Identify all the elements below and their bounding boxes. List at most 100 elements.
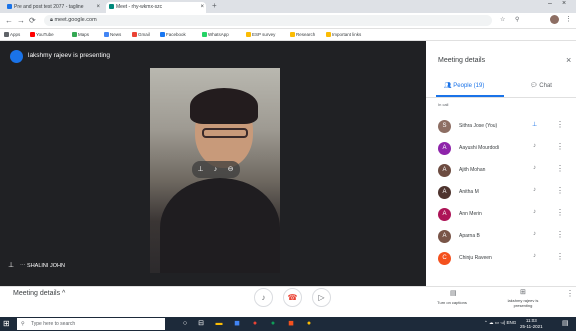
tab-chat[interactable]: 💬︎ Chat: [530, 82, 552, 89]
remove-icon[interactable]: ⊖: [225, 164, 236, 175]
browser-tab-active[interactable]: Meet - rhy-wkmx-szc ×: [106, 2, 206, 13]
chrome-icon[interactable]: ●: [250, 319, 260, 329]
camera-button[interactable]: ▷: [312, 288, 331, 307]
window-close-icon[interactable]: ×: [562, 0, 566, 7]
more-options-icon[interactable]: ⋮: [556, 164, 564, 173]
mic-button[interactable]: ♪: [254, 288, 273, 307]
app-icon[interactable]: ●: [268, 319, 278, 329]
presenting-label[interactable]: lakshmy rajeev is presenting: [503, 298, 543, 308]
apps-grid-icon: [4, 32, 9, 37]
mic-off-icon[interactable]: ♪: [533, 165, 536, 171]
bookmark-maps[interactable]: Maps: [72, 30, 89, 39]
store-icon[interactable]: ◼: [232, 319, 242, 329]
participant-row[interactable]: A Aparna B ♪ ⋮: [426, 226, 576, 248]
taskbar-search-input[interactable]: ⚲ Type here to search: [17, 318, 165, 330]
mic-off-icon[interactable]: ♪: [533, 231, 536, 237]
person-body: [160, 178, 280, 273]
bookmark-folder[interactable]: ESP survey: [246, 30, 275, 39]
mic-off-icon[interactable]: ♪: [533, 187, 536, 193]
task-icon[interactable]: ⊟: [196, 319, 206, 329]
self-pin-icon[interactable]: ⊥: [8, 261, 14, 269]
participant-name: Aparna B: [459, 233, 480, 239]
clock[interactable]: 11:03 25-11-2021: [520, 318, 543, 330]
browser-tab[interactable]: Pre and post test 2077 - tagline ×: [4, 2, 102, 13]
participant-row[interactable]: S Sithra Jose (You) ⊥ ⋮: [426, 116, 576, 138]
bookmark-apps[interactable]: Apps: [4, 30, 20, 39]
avatar: A: [438, 230, 451, 243]
app-icon[interactable]: ◼: [286, 319, 296, 329]
participant-row[interactable]: A Ann Merin ♪ ⋮: [426, 204, 576, 226]
bookmark-youtube[interactable]: YouTube: [30, 30, 54, 39]
bookmark-news[interactable]: News: [104, 30, 121, 39]
turn-on-captions-label[interactable]: Turn on captions: [432, 300, 472, 305]
forward-icon[interactable]: →: [17, 15, 25, 26]
new-tab-icon[interactable]: +: [212, 1, 217, 10]
presenting-banner: lakshmy rajeev is presenting: [28, 52, 111, 59]
participant-row[interactable]: C Chinju Raveen ♪ ⋮: [426, 248, 576, 270]
more-options-icon[interactable]: ⋮: [556, 252, 564, 261]
task-view-icon[interactable]: ○: [180, 319, 190, 329]
self-name-label: ⋯ SHALINI JOHN: [20, 263, 65, 269]
folder-icon: [326, 32, 331, 37]
participant-row[interactable]: A Ajith Mohan ♪ ⋮: [426, 160, 576, 182]
minimize-icon[interactable]: –: [548, 0, 552, 7]
bookmark-folder[interactable]: Important links: [326, 30, 361, 39]
search-icon: ⚲: [21, 321, 25, 327]
avatar: C: [438, 252, 451, 265]
app-icon[interactable]: ●: [304, 319, 314, 329]
windows-taskbar: ⊞ ⚲ Type here to search ○ ⊟ ▬ ◼ ● ● ◼ ● ⌃…: [0, 317, 576, 331]
bookmark-gmail[interactable]: Gmail: [132, 30, 150, 39]
meeting-details-button[interactable]: Meeting details ^: [13, 290, 65, 297]
notifications-icon[interactable]: ▤: [562, 319, 569, 327]
participant-row[interactable]: A Anitha M ♪ ⋮: [426, 182, 576, 204]
pin-icon[interactable]: ⊥: [532, 121, 537, 128]
more-options-icon[interactable]: ⋮: [556, 208, 564, 217]
present-icon[interactable]: ⊞: [520, 288, 526, 296]
file-explorer-icon[interactable]: ▬: [214, 319, 224, 329]
glasses: [202, 128, 248, 138]
profile-avatar[interactable]: [550, 15, 559, 24]
mic-off-icon[interactable]: ♪: [533, 209, 536, 215]
mic-off-icon[interactable]: ♪: [533, 253, 536, 259]
back-icon[interactable]: ←: [5, 15, 13, 26]
tab-favicon-icon: [7, 4, 12, 9]
folder-icon: [246, 32, 251, 37]
participant-row[interactable]: A Aayushi Mourdodi ♪ ⋮: [426, 138, 576, 160]
facebook-icon: [160, 32, 165, 37]
menu-dots-icon[interactable]: ⋮: [565, 15, 572, 23]
participant-name: Anitha M: [459, 189, 479, 195]
more-options-icon[interactable]: ⋮: [556, 142, 564, 151]
more-options-icon[interactable]: ⋮: [566, 289, 574, 298]
reload-icon[interactable]: ⟳: [29, 15, 36, 26]
tab-title: Meet - rhy-wkmx-szc: [116, 4, 163, 10]
pin-icon[interactable]: ⊥: [195, 164, 206, 175]
tab-close-icon[interactable]: ×: [200, 2, 204, 13]
more-options-icon[interactable]: ⋮: [556, 230, 564, 239]
video-tile-controls: ⊥ ♪ ⊖: [192, 161, 240, 178]
bookmark-folder[interactable]: Research: [290, 30, 315, 39]
tab-close-icon[interactable]: ×: [96, 2, 100, 13]
meet-favicon-icon: [109, 4, 114, 9]
windows-start-icon[interactable]: ⊞: [3, 319, 12, 328]
end-call-button[interactable]: ☎: [283, 288, 302, 307]
extensions-icon[interactable]: ☆: [500, 16, 505, 23]
participant-name: Aayushi Mourdodi: [459, 145, 500, 151]
url-input[interactable]: 🔒︎ meet.google.com: [44, 15, 492, 26]
extension-icon[interactable]: ⚲: [515, 16, 519, 23]
captions-icon[interactable]: ▤: [450, 289, 457, 297]
system-tray[interactable]: ⌃ ☁ ▭ ◅) ENG: [484, 320, 516, 326]
participant-video[interactable]: ⊥ ♪ ⊖: [150, 68, 280, 273]
bookmark-facebook[interactable]: Facebook: [160, 30, 186, 39]
in-call-label: In call: [438, 102, 449, 107]
mute-icon[interactable]: ♪: [210, 164, 221, 175]
more-options-icon[interactable]: ⋮: [556, 120, 564, 129]
more-options-icon[interactable]: ⋮: [556, 186, 564, 195]
gmail-icon: [132, 32, 137, 37]
chevron-up-icon: ^: [62, 290, 66, 297]
close-panel-icon[interactable]: ×: [566, 55, 571, 65]
folder-icon: [290, 32, 295, 37]
tab-people[interactable]: 👥︎ People (19): [444, 82, 484, 89]
mic-off-icon[interactable]: ♪: [533, 143, 536, 149]
bookmark-whatsapp[interactable]: WhatsApp: [202, 30, 229, 39]
participant-name: Ann Merin: [459, 211, 482, 217]
